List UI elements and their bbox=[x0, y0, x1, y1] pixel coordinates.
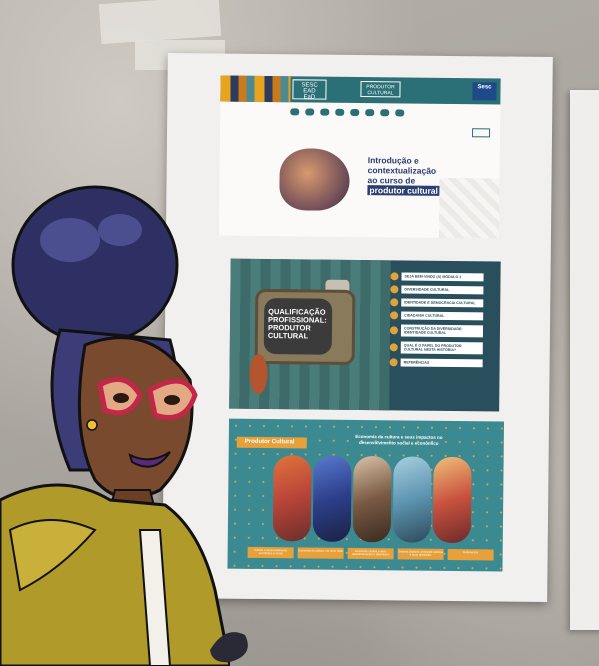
topic-button[interactable]: Economia da cultura: um novo olhar bbox=[297, 547, 344, 559]
collage-illustration bbox=[279, 148, 350, 211]
pattern-tiles bbox=[220, 75, 291, 103]
logo-line-3: EaD bbox=[303, 94, 316, 101]
sesc-logo: Sesc bbox=[472, 82, 497, 101]
module-nav-item[interactable] bbox=[380, 109, 390, 117]
lesson-menu: SEJA BEM-VINDO (A) MÓDULO 1 DIVERSIDADE … bbox=[389, 272, 495, 372]
topic-icon bbox=[389, 358, 398, 367]
menu-item-label: QUAL É O PAPEL DO PRODUTOR CULTURAL NEST… bbox=[400, 341, 483, 355]
topic-button[interactable]: Referências bbox=[447, 548, 494, 561]
course-badge: PRODUTOR CULTURAL bbox=[360, 81, 401, 98]
menu-item-label: CIDADANIA CULTURAL bbox=[401, 311, 484, 321]
dark-stain bbox=[210, 632, 248, 663]
menu-item-label: REFERÊNCIAS bbox=[400, 358, 483, 368]
culture-photo bbox=[272, 455, 312, 542]
module-nav-item[interactable] bbox=[290, 108, 300, 116]
topic-icon bbox=[389, 343, 398, 352]
topic-icon bbox=[390, 311, 399, 320]
sesc-ead-logo: SESC EAD EaD bbox=[292, 79, 327, 101]
small-button[interactable] bbox=[471, 128, 491, 138]
topic-button[interactable]: Cultura e desenvolvimento econômico e so… bbox=[247, 546, 294, 559]
culture-photo bbox=[312, 455, 352, 542]
culture-photo bbox=[352, 455, 392, 543]
decorative-grid bbox=[438, 177, 500, 239]
menu-item[interactable]: CIDADANIA CULTURAL bbox=[390, 311, 494, 321]
topic-button[interactable]: Economia criativa e seus desdobramentos … bbox=[347, 547, 394, 560]
menu-item[interactable]: CONSTRUÇÃO DA DIVERSIDADE: IDENTIDADE CU… bbox=[389, 324, 494, 338]
slide-economy: Produtor Cultural Economia da cultura e … bbox=[227, 418, 505, 572]
module-nav-item[interactable] bbox=[365, 109, 375, 117]
tv-screen-title: QUALIFICAÇÃO PROFISSIONAL: PRODUTOR CULT… bbox=[263, 298, 333, 355]
menu-item[interactable]: REFERÊNCIAS bbox=[389, 358, 494, 368]
character-illustration bbox=[0, 185, 230, 666]
module-nav bbox=[290, 108, 405, 117]
menu-item-label: IDENTIDADE E DEMOCRACIA CULTURAL bbox=[401, 298, 484, 308]
culture-photo bbox=[432, 456, 472, 544]
module-nav-item[interactable] bbox=[350, 108, 360, 117]
menu-item-label: CONSTRUÇÃO DA DIVERSIDADE: IDENTIDADE CU… bbox=[400, 324, 484, 338]
course-badge-line-2: CULTURAL bbox=[367, 90, 394, 97]
title-highlight: produtor cultural bbox=[367, 185, 440, 196]
topic-icon bbox=[389, 326, 399, 335]
menu-item[interactable]: QUAL É O PAPEL DO PRODUTOR CULTURAL NEST… bbox=[389, 341, 494, 355]
culture-photo bbox=[392, 456, 432, 543]
menu-item[interactable]: DIVERSIDADE CULTURAL bbox=[390, 285, 494, 295]
hair-bun bbox=[11, 185, 179, 345]
topic-icon bbox=[390, 285, 399, 294]
module-nav-item[interactable] bbox=[305, 108, 315, 116]
menu-item[interactable]: SEJA BEM-VINDO (A) MÓDULO 1 bbox=[390, 272, 494, 282]
slide-intro: SESC EAD EaD PRODUTOR CULTURAL Sesc Intr… bbox=[218, 75, 501, 239]
topic-button[interactable]: Setores criativos: principais cadeias e … bbox=[397, 548, 444, 560]
menu-item-label: DIVERSIDADE CULTURAL bbox=[401, 285, 484, 295]
slide-heading: Economia da cultura e seus impactos no d… bbox=[355, 433, 443, 446]
earring bbox=[86, 419, 98, 431]
module-nav-item[interactable] bbox=[320, 108, 330, 116]
topic-icon bbox=[390, 272, 399, 281]
module-nav-item[interactable] bbox=[335, 108, 345, 116]
module-nav-item[interactable] bbox=[395, 109, 405, 117]
tv-illustration: QUALIFICAÇÃO PROFISSIONAL: PRODUTOR CULT… bbox=[254, 288, 356, 365]
side-poster bbox=[570, 90, 599, 630]
menu-item[interactable]: IDENTIDADE E DEMOCRACIA CULTURAL bbox=[390, 298, 494, 308]
menu-item-label: SEJA BEM-VINDO (A) MÓDULO 1 bbox=[401, 272, 484, 282]
slide-menu: QUALIFICAÇÃO PROFISSIONAL: PRODUTOR CULT… bbox=[229, 258, 501, 412]
section-tab: Produtor Cultural bbox=[236, 436, 307, 449]
photo-strip bbox=[272, 455, 472, 544]
topic-icon bbox=[390, 298, 399, 307]
